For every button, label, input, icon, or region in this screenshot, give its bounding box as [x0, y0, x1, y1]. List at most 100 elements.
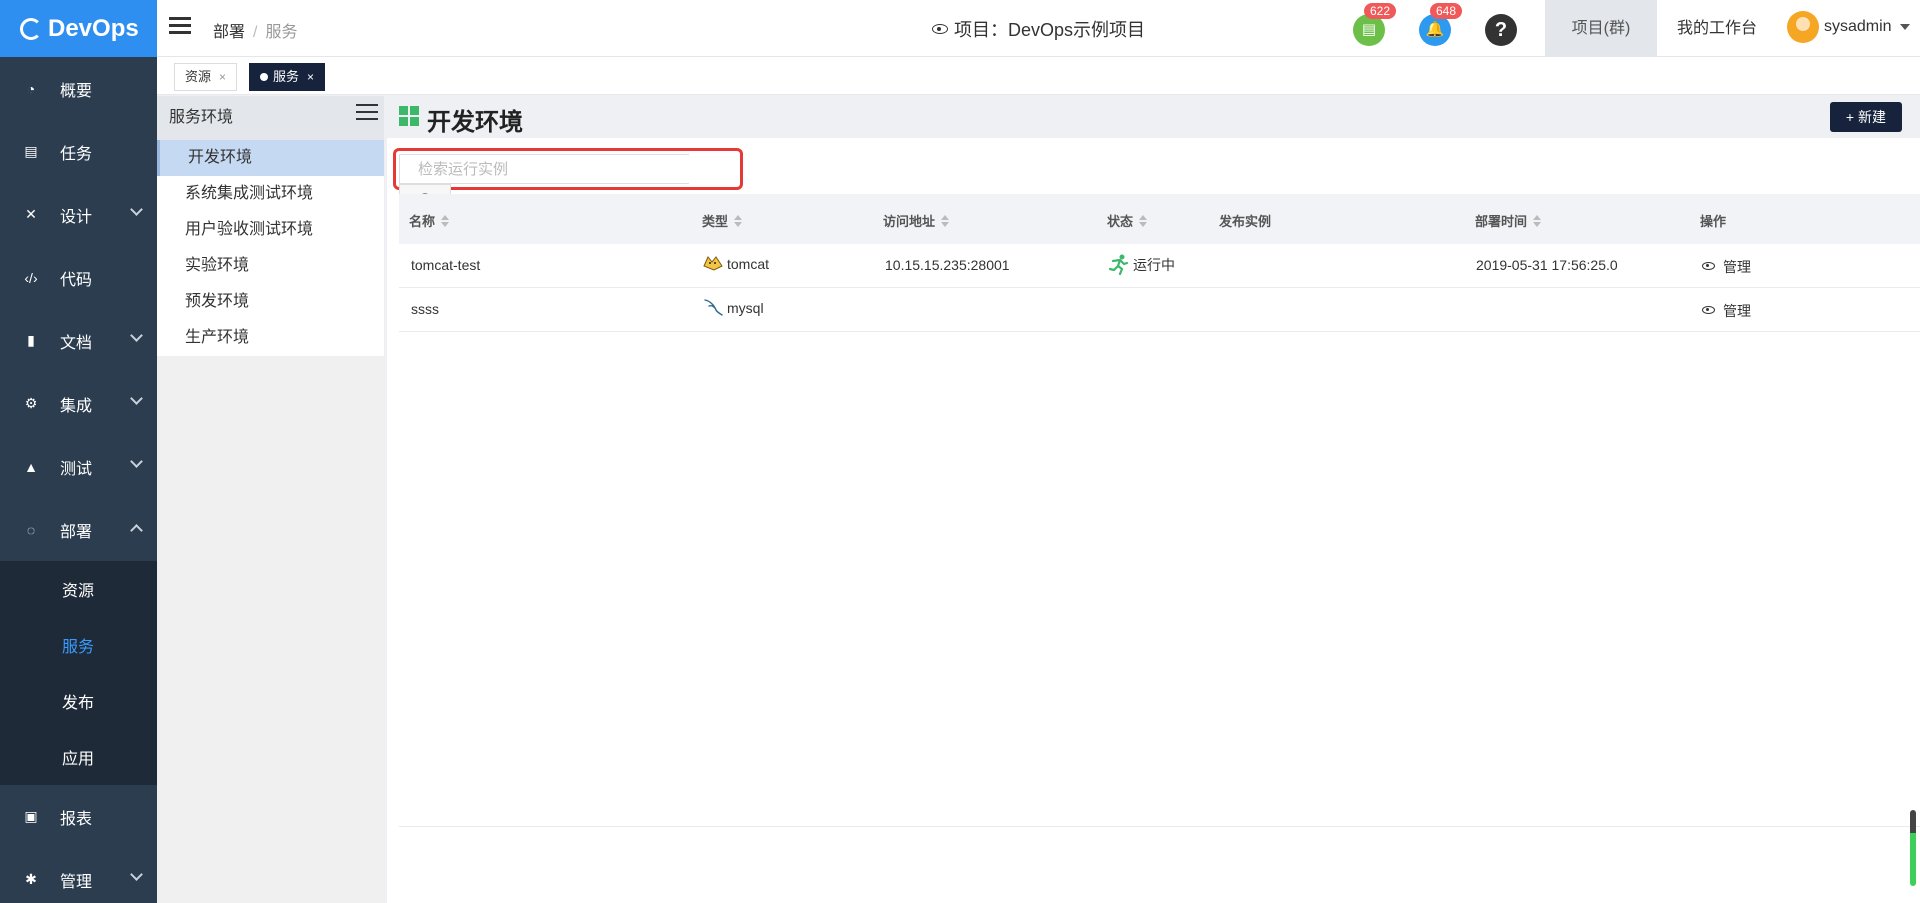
integration-icon: ⚙: [24, 395, 38, 411]
table-bottom-border: [399, 826, 1920, 827]
env-item-production[interactable]: 生产环境: [157, 320, 384, 356]
env-item-dev[interactable]: 开发环境: [157, 140, 384, 176]
column-header-name[interactable]: 名称: [409, 211, 450, 230]
env-item-lab[interactable]: 实验环境: [157, 248, 384, 284]
sidebar-item-test[interactable]: ▲ 测试: [0, 435, 157, 498]
sidebar-item-code[interactable]: ‹/› 代码: [0, 246, 157, 309]
manage-button[interactable]: 管理: [1702, 257, 1751, 277]
column-header-release: 发布实例: [1219, 214, 1272, 229]
grid-icon: [399, 106, 419, 126]
sidebar-item-report[interactable]: ▣ 报表: [0, 785, 157, 848]
breadcrumb-current: 服务: [265, 24, 298, 41]
sidebar-item-admin[interactable]: ✱ 管理: [0, 848, 157, 903]
sidebar-item-integration[interactable]: ⚙ 集成: [0, 372, 157, 435]
sidebar-item-design[interactable]: ✕ 设计: [0, 183, 157, 246]
task-icon: ▤: [24, 143, 38, 159]
chevron-up-icon: [130, 524, 143, 537]
sort-icon[interactable]: [441, 215, 450, 227]
scroll-indicator[interactable]: [1910, 810, 1916, 886]
devops-logo-icon: [20, 17, 42, 40]
sort-icon[interactable]: [1139, 215, 1148, 227]
sidebar-item-label: 设计: [60, 208, 93, 226]
sidebar-item-label: 文档: [60, 334, 93, 352]
submenu-item-service[interactable]: 服务: [0, 617, 157, 673]
breadcrumb-item[interactable]: 部署: [213, 24, 245, 41]
sidebar-item-overview[interactable]: ◔ 概要: [0, 57, 157, 120]
tab-strip: 资源 × 服务 ×: [157, 57, 1920, 95]
sidebar-item-deploy[interactable]: ◌ 部署: [0, 498, 157, 561]
sidebar-item-label: 报表: [60, 810, 93, 828]
user-menu[interactable]: sysadmin: [1787, 11, 1910, 43]
submenu-item-release[interactable]: 发布: [0, 673, 157, 729]
cell-type: mysql: [702, 298, 764, 316]
column-header-actions: 操作: [1700, 214, 1727, 229]
close-icon[interactable]: ×: [307, 70, 314, 84]
running-icon: [1108, 254, 1129, 275]
tab-project-group[interactable]: 项目(群): [1545, 0, 1657, 57]
docs-notification-button[interactable]: ▤ 622: [1353, 3, 1397, 46]
flask-icon: ▲: [24, 458, 38, 475]
submenu-item-application[interactable]: 应用: [0, 729, 157, 785]
chevron-down-icon: [130, 455, 143, 468]
help-icon[interactable]: ?: [1485, 14, 1517, 46]
document-icon: ▤: [1361, 21, 1377, 38]
column-header-type[interactable]: 类型: [702, 211, 743, 230]
environment-panel: 服务环境 开发环境 系统集成测试环境 用户验收测试环境 实验环境 预发环境 生产…: [157, 96, 384, 903]
caret-down-icon: [1899, 24, 1910, 30]
column-header-address[interactable]: 访问地址: [883, 211, 950, 230]
manage-button[interactable]: 管理: [1702, 301, 1751, 321]
project-title: 项目：DevOps示例项目: [932, 16, 1145, 42]
logo[interactable]: DevOps: [0, 0, 157, 57]
help-glyph: ?: [1494, 19, 1508, 41]
eye-icon: [1702, 262, 1715, 270]
chevron-down-icon: [130, 392, 143, 405]
sidebar-item-label: 代码: [60, 271, 93, 289]
bell-notification-button[interactable]: 🔔 648: [1419, 3, 1463, 46]
sidebar-item-label: 测试: [60, 460, 93, 478]
env-item-sit[interactable]: 系统集成测试环境: [157, 176, 384, 212]
menu-icon[interactable]: [356, 104, 378, 122]
column-header-status[interactable]: 状态: [1107, 211, 1148, 230]
dashboard-icon: ◔: [26, 80, 36, 97]
code-icon: ‹/›: [24, 269, 38, 286]
top-bar: 部署 / 服务 项目：DevOps示例项目 ▤ 622 🔔 648 ? 项目(群) …: [157, 0, 1920, 57]
sort-icon[interactable]: [941, 215, 950, 227]
tab-my-workbench[interactable]: 我的工作台: [1657, 0, 1777, 57]
deploy-icon: ◌: [26, 521, 36, 538]
design-icon: ✕: [25, 206, 37, 222]
cell-address: 10.15.15.235:28001: [885, 257, 1010, 273]
cell-type: tomcat: [702, 254, 769, 272]
tag-service[interactable]: 服务 ×: [249, 63, 326, 91]
sidebar-item-label: 部署: [60, 523, 93, 541]
env-item-uat[interactable]: 用户验收测试环境: [157, 212, 384, 248]
active-dot-icon: [260, 73, 268, 81]
menu-toggle-icon[interactable]: [169, 17, 191, 35]
eye-icon: [1702, 306, 1715, 314]
close-icon[interactable]: ×: [219, 70, 226, 84]
new-button[interactable]: + 新建: [1829, 102, 1902, 132]
avatar: [1787, 11, 1819, 43]
column-header-deploy-time[interactable]: 部署时间: [1475, 211, 1542, 230]
page-title: 开发环境: [427, 109, 523, 136]
env-item-staging[interactable]: 预发环境: [157, 284, 384, 320]
chevron-down-icon: [130, 868, 143, 881]
sidebar: DevOps ◔ 概要 ▤ 任务 ✕ 设计 ‹/› 代码 ▮ 文档 ⚙ 集成 ▲ 测试 ◌ 部署…: [0, 0, 157, 903]
cell-status: 运行中: [1107, 253, 1175, 275]
tomcat-icon: [703, 256, 723, 271]
search-input[interactable]: [399, 154, 689, 184]
logo-text: DevOps: [48, 14, 139, 42]
tag-resource[interactable]: 资源 ×: [174, 63, 238, 91]
chevron-down-icon: [130, 329, 143, 342]
sidebar-item-task[interactable]: ▤ 任务: [0, 120, 157, 183]
environment-panel-header: 服务环境: [157, 96, 384, 140]
sort-icon[interactable]: [734, 215, 743, 227]
sort-icon[interactable]: [1533, 215, 1542, 227]
sidebar-item-docs[interactable]: ▮ 文档: [0, 309, 157, 372]
mysql-icon: [704, 299, 723, 316]
submenu-item-resource[interactable]: 资源: [0, 561, 157, 617]
docs-count-badge: 622: [1364, 3, 1397, 19]
document-icon: ▮: [27, 332, 35, 348]
sidebar-item-label: 集成: [60, 397, 93, 415]
cell-name: tomcat-test: [411, 257, 481, 273]
deploy-submenu: 资源 服务 发布 应用: [0, 561, 157, 785]
